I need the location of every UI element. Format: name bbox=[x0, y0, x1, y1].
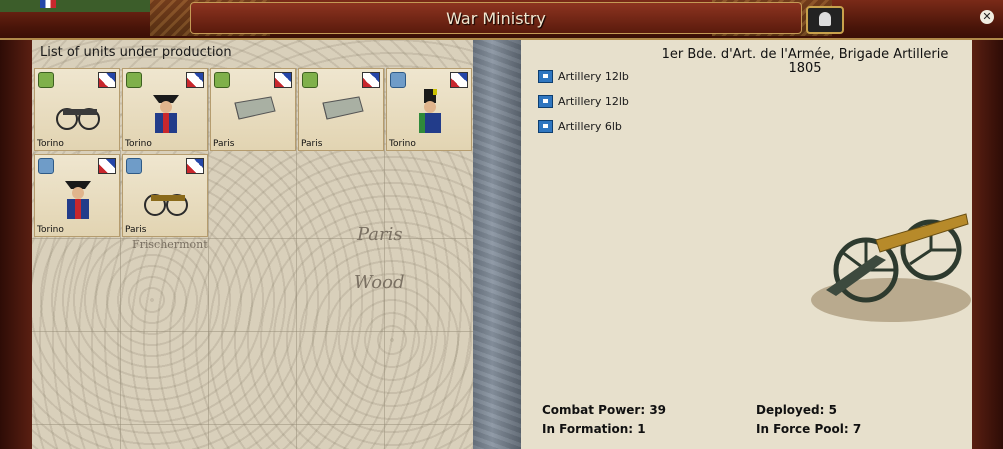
cost-badge-icon bbox=[38, 158, 54, 174]
combat-power: Combat Power: 39 bbox=[542, 403, 667, 417]
map-label: Frischermont bbox=[132, 238, 208, 251]
light-infantry-icon bbox=[419, 89, 441, 133]
nation-flag-icon bbox=[450, 72, 468, 88]
panel-title: List of units under production bbox=[40, 45, 232, 60]
production-slot[interactable]: Torino bbox=[34, 68, 120, 151]
close-button[interactable]: ✕ bbox=[980, 10, 994, 24]
cost-badge-icon bbox=[38, 72, 54, 88]
leader-icon bbox=[819, 12, 831, 26]
grid-line bbox=[32, 238, 473, 239]
supply-icon bbox=[234, 96, 276, 120]
cost-badge-icon bbox=[302, 72, 318, 88]
grid-line bbox=[384, 68, 385, 449]
slot-location: Torino bbox=[37, 139, 64, 149]
brigade-year: 1805 bbox=[788, 61, 822, 76]
window-title: War Ministry bbox=[446, 9, 546, 28]
slot-location: Paris bbox=[125, 225, 147, 235]
slot-location: Torino bbox=[37, 225, 64, 235]
flag-icon bbox=[40, 0, 56, 8]
deployed: Deployed: 5 bbox=[756, 403, 837, 417]
nation-flag-icon bbox=[98, 158, 116, 174]
grid-line bbox=[208, 68, 209, 449]
nation-flag-icon bbox=[274, 72, 292, 88]
production-slot[interactable]: Torino bbox=[34, 154, 120, 237]
grid-line bbox=[32, 424, 473, 425]
slot-location: Paris bbox=[213, 139, 235, 149]
nation-flag-icon bbox=[98, 72, 116, 88]
brigade-name-line: 1er Bde. d'Art. de l'Armée, Brigade Arti… bbox=[661, 47, 949, 62]
title-plate: War Ministry bbox=[190, 2, 802, 34]
brigade-name: 1er Bde. d'Art. de l'Armée, Brigade Arti… bbox=[645, 48, 965, 76]
cost-badge-icon bbox=[126, 72, 142, 88]
cannon-icon bbox=[144, 194, 188, 216]
artillery-unit-icon bbox=[538, 95, 553, 108]
leader-portrait-button[interactable] bbox=[806, 6, 844, 34]
grid-line bbox=[32, 331, 473, 332]
top-strip bbox=[0, 0, 150, 12]
nation-flag-icon bbox=[186, 158, 204, 174]
map-label: Wood bbox=[354, 272, 405, 293]
in-force-pool: In Force Pool: 7 bbox=[756, 422, 862, 436]
cost-badge-icon bbox=[390, 72, 406, 88]
cost-badge-icon bbox=[126, 158, 142, 174]
production-slot[interactable]: Paris bbox=[122, 154, 208, 237]
production-slot[interactable]: Torino bbox=[386, 68, 472, 151]
unit-name: Artillery 6lb bbox=[558, 120, 622, 133]
cannon-icon bbox=[56, 108, 100, 130]
left-border bbox=[0, 40, 32, 449]
artillery-unit-icon bbox=[538, 70, 553, 83]
production-slot[interactable]: Paris bbox=[210, 68, 296, 151]
artillery-unit-icon bbox=[538, 120, 553, 133]
title-bar: War Ministry ✕ bbox=[0, 0, 1003, 40]
cost-badge-icon bbox=[214, 72, 230, 88]
unit-name: Artillery 12lb bbox=[558, 95, 629, 108]
artilleryman-icon bbox=[153, 95, 179, 133]
nation-flag-icon bbox=[362, 72, 380, 88]
cannon-illustration bbox=[811, 213, 971, 322]
artilleryman-icon bbox=[65, 181, 91, 219]
brigade-detail-panel: 1er Bde. d'Art. de l'Armée, Brigade Arti… bbox=[521, 40, 972, 449]
slot-location: Torino bbox=[389, 139, 416, 149]
slot-location: Torino bbox=[125, 139, 152, 149]
production-panel: Frischermont Paris Wood List of units un… bbox=[32, 40, 473, 449]
slot-location: Paris bbox=[301, 139, 323, 149]
grid-line bbox=[296, 68, 297, 449]
map-label: Paris bbox=[357, 224, 403, 245]
production-slot[interactable]: Torino bbox=[122, 68, 208, 151]
supply-icon bbox=[322, 96, 364, 120]
right-border bbox=[972, 40, 1003, 449]
grid-line bbox=[120, 150, 121, 449]
nation-flag-icon bbox=[186, 72, 204, 88]
unit-name: Artillery 12lb bbox=[558, 70, 629, 83]
panel-divider bbox=[473, 40, 521, 449]
production-slot[interactable]: Paris bbox=[298, 68, 384, 151]
in-formation: In Formation: 1 bbox=[542, 422, 646, 436]
